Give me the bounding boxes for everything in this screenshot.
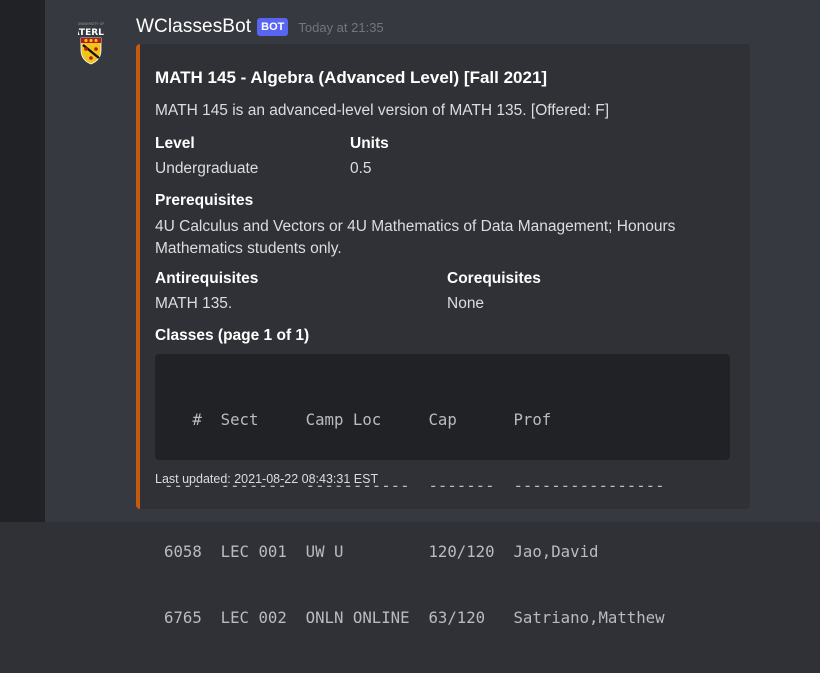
field-prerequisites-value: 4U Calculus and Vectors or 4U Mathematic… [155, 218, 676, 257]
avatar-wordmark: WATERLOO [78, 28, 104, 38]
classes-table-row: 6058 LEC 001 UW U 120/120 Jao,David [164, 542, 599, 561]
message-timestamp[interactable]: Today at 21:35 [298, 20, 383, 35]
field-antirequisites-name: Antirequisites [155, 270, 259, 287]
embed-description: MATH 145 is an advanced-level version of… [155, 102, 610, 119]
course-embed: MATH 145 - Algebra (Advanced Level) [Fal… [136, 44, 750, 627]
bot-avatar[interactable]: UNIVERSITY OF WATERLOO [63, 18, 119, 66]
server-sidebar [0, 0, 45, 522]
field-units-name: Units [350, 135, 389, 152]
field-antirequisites-value: MATH 135. [155, 295, 233, 312]
svg-text:UNIVERSITY OF: UNIVERSITY OF [78, 22, 104, 26]
embed-footer: Last updated: 2021-08-22 08:43:31 EST [155, 472, 379, 486]
field-units-value: 0.5 [350, 160, 372, 177]
embed-title: MATH 145 - Algebra (Advanced Level) [Fal… [155, 68, 548, 87]
field-corequisites-name: Corequisites [447, 270, 541, 287]
message-header: WClassesBot BOT Today at 21:35 [136, 14, 384, 40]
classes-table-header: # Sect Camp Loc Cap Prof [164, 410, 552, 429]
classes-table-row: 6765 LEC 002 ONLN ONLINE 63/120 Satriano… [164, 608, 665, 627]
field-corequisites-value: None [447, 295, 485, 312]
field-prerequisites-name: Prerequisites [155, 192, 254, 209]
university-crest-icon: UNIVERSITY OF WATERLOO [63, 22, 119, 65]
classes-code-block: # Sect Camp Loc Cap Prof ---- ------- --… [155, 354, 730, 627]
embed-accent-bar [136, 44, 140, 509]
field-level-name: Level [155, 135, 195, 152]
field-level-value: Undergraduate [155, 160, 259, 177]
username[interactable]: WClassesBot [136, 16, 251, 38]
field-classes-name: Classes (page 1 of 1) [155, 327, 310, 344]
bot-badge: BOT [257, 18, 289, 36]
